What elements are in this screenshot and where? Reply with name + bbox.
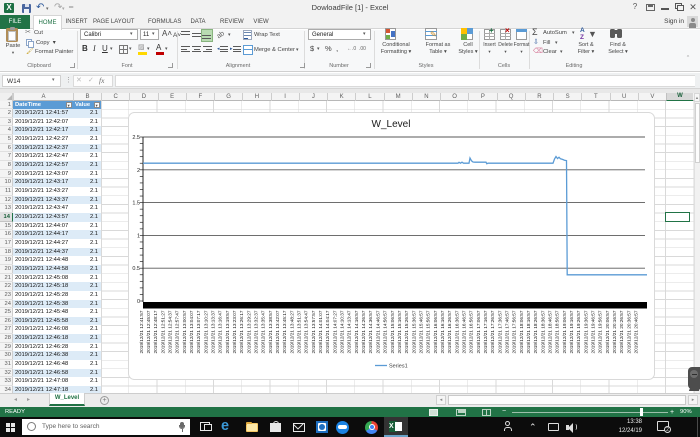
svg-text:2019/12/21 19:06:57: 2019/12/21 19:06:57 (562, 310, 567, 353)
svg-text:2019/12/21 13:32:37: 2019/12/21 13:32:37 (254, 310, 259, 353)
svg-text:2019/12/21 13:13:37: 2019/12/21 13:13:37 (211, 310, 216, 353)
svg-text:2019/12/21 14:01:07: 2019/12/21 14:01:07 (318, 310, 323, 353)
svg-text:2019/12/21 12:48:17: 2019/12/21 12:48:17 (153, 310, 158, 353)
svg-text:2019/12/21 12:41:57: 2019/12/21 12:41:57 (139, 310, 144, 353)
svg-text:2019/12/21 13:29:27: 2019/12/21 13:29:27 (246, 310, 251, 353)
svg-text:2019/12/21 12:45:07: 2019/12/21 12:45:07 (146, 310, 151, 353)
svg-text:2019/12/21 19:56:57: 2019/12/21 19:56:57 (598, 310, 603, 353)
svg-text:2019/12/21 20:26:57: 2019/12/21 20:26:57 (619, 310, 624, 353)
svg-text:2019/12/21 16:06:57: 2019/12/21 16:06:57 (433, 310, 438, 353)
svg-text:2019/12/21 18:06:57: 2019/12/21 18:06:57 (519, 310, 524, 353)
svg-text:2: 2 (137, 168, 140, 174)
svg-text:2019/12/21 19:16:57: 2019/12/21 19:16:57 (569, 310, 574, 353)
svg-text:2019/12/21 13:45:17: 2019/12/21 13:45:17 (282, 310, 287, 353)
svg-text:2019/12/21 18:56:57: 2019/12/21 18:56:57 (555, 310, 560, 353)
svg-text:2019/12/21 17:26:57: 2019/12/21 17:26:57 (490, 310, 495, 353)
svg-text:2019/12/21 13:26:17: 2019/12/21 13:26:17 (239, 310, 244, 353)
svg-text:2019/12/21 17:06:57: 2019/12/21 17:06:57 (476, 310, 481, 353)
svg-text:2019/12/21 13:10:27: 2019/12/21 13:10:27 (203, 310, 208, 353)
svg-text:2019/12/21 16:46:57: 2019/12/21 16:46:57 (461, 310, 466, 353)
svg-text:2019/12/21 18:36:57: 2019/12/21 18:36:57 (540, 310, 545, 353)
svg-text:2019/12/21 16:16:57: 2019/12/21 16:16:57 (440, 310, 445, 353)
svg-text:2019/12/21 13:23:07: 2019/12/21 13:23:07 (232, 310, 237, 353)
svg-text:2019/12/21 17:36:57: 2019/12/21 17:36:57 (497, 310, 502, 353)
svg-text:1.5: 1.5 (132, 201, 140, 207)
svg-text:2019/12/21 16:26:57: 2019/12/21 16:26:57 (447, 310, 452, 353)
svg-text:2019/12/21 13:38:57: 2019/12/21 13:38:57 (268, 310, 273, 353)
svg-text:2019/12/21 19:46:57: 2019/12/21 19:46:57 (591, 310, 596, 353)
svg-text:2019/12/21 12:54:37: 2019/12/21 12:54:37 (168, 310, 173, 353)
svg-text:2019/12/21 13:42:07: 2019/12/21 13:42:07 (275, 310, 280, 353)
svg-text:2019/12/21 14:36:57: 2019/12/21 14:36:57 (368, 310, 373, 353)
svg-text:2019/12/21 13:51:37: 2019/12/21 13:51:37 (297, 310, 302, 353)
svg-text:2019/12/21 20:06:57: 2019/12/21 20:06:57 (605, 310, 610, 353)
svg-text:2019/12/21 20:16:57: 2019/12/21 20:16:57 (612, 310, 617, 353)
svg-text:2019/12/21 13:35:47: 2019/12/21 13:35:47 (261, 310, 266, 353)
svg-text:2019/12/21 18:26:57: 2019/12/21 18:26:57 (533, 310, 538, 353)
svg-text:2019/12/21 13:54:47: 2019/12/21 13:54:47 (304, 310, 309, 353)
svg-text:2019/12/21 20:46:57: 2019/12/21 20:46:57 (634, 310, 639, 353)
svg-text:2019/12/21 14:56:57: 2019/12/21 14:56:57 (383, 310, 388, 353)
svg-text:2019/12/21 13:57:57: 2019/12/21 13:57:57 (311, 310, 316, 353)
svg-text:2019/12/21 20:36:57: 2019/12/21 20:36:57 (626, 310, 631, 353)
svg-text:2019/12/21 14:26:57: 2019/12/21 14:26:57 (361, 310, 366, 353)
svg-text:2019/12/21 13:48:27: 2019/12/21 13:48:27 (289, 310, 294, 353)
svg-text:2019/12/21 12:51:27: 2019/12/21 12:51:27 (160, 310, 165, 353)
svg-text:2019/12/21 16:36:57: 2019/12/21 16:36:57 (454, 310, 459, 353)
svg-text:2019/12/21 14:07:27: 2019/12/21 14:07:27 (332, 310, 337, 353)
svg-text:2019/12/21 13:04:07: 2019/12/21 13:04:07 (189, 310, 194, 353)
svg-text:2019/12/21 17:16:57: 2019/12/21 17:16:57 (483, 310, 488, 353)
svg-text:2019/12/21 15:56:57: 2019/12/21 15:56:57 (426, 310, 431, 353)
svg-text:W_Level: W_Level (372, 119, 411, 130)
svg-text:2019/12/21 14:13:47: 2019/12/21 14:13:47 (347, 310, 352, 353)
svg-text:2019/12/21 18:46:57: 2019/12/21 18:46:57 (548, 310, 553, 353)
svg-text:2019/12/21 13:07:17: 2019/12/21 13:07:17 (196, 310, 201, 353)
svg-text:2019/12/21 17:56:57: 2019/12/21 17:56:57 (512, 310, 517, 353)
svg-text:2019/12/21 17:46:57: 2019/12/21 17:46:57 (505, 310, 510, 353)
svg-text:2019/12/21 15:16:57: 2019/12/21 15:16:57 (397, 310, 402, 353)
svg-text:0.5: 0.5 (132, 266, 140, 272)
svg-text:2019/12/21 19:36:57: 2019/12/21 19:36:57 (583, 310, 588, 353)
svg-text:1: 1 (137, 233, 140, 239)
svg-text:2019/12/21 15:46:57: 2019/12/21 15:46:57 (418, 310, 423, 353)
svg-text:2019/12/21 19:26:57: 2019/12/21 19:26:57 (576, 310, 581, 353)
svg-text:2019/12/21 15:26:57: 2019/12/21 15:26:57 (404, 310, 409, 353)
svg-text:2019/12/21 14:46:57: 2019/12/21 14:46:57 (375, 310, 380, 353)
svg-text:2019/12/21 14:04:17: 2019/12/21 14:04:17 (325, 310, 330, 353)
svg-text:2019/12/21 12:57:47: 2019/12/21 12:57:47 (175, 310, 180, 353)
svg-text:2019/12/21 15:06:57: 2019/12/21 15:06:57 (390, 310, 395, 353)
svg-text:2019/12/21 13:16:47: 2019/12/21 13:16:47 (218, 310, 223, 353)
svg-text:2019/12/21 15:36:57: 2019/12/21 15:36:57 (411, 310, 416, 353)
svg-text:0: 0 (137, 299, 140, 305)
svg-text:Series1: Series1 (389, 364, 408, 370)
svg-text:2019/12/21 14:10:37: 2019/12/21 14:10:37 (340, 310, 345, 353)
svg-text:2019/12/21 13:00:57: 2019/12/21 13:00:57 (182, 310, 187, 353)
svg-text:2019/12/21 18:16:57: 2019/12/21 18:16:57 (526, 310, 531, 353)
svg-text:2019/12/21 14:16:57: 2019/12/21 14:16:57 (354, 310, 359, 353)
svg-text:2019/12/21 16:56:57: 2019/12/21 16:56:57 (469, 310, 474, 353)
svg-text:2019/12/21 13:19:57: 2019/12/21 13:19:57 (225, 310, 230, 353)
svg-text:2.5: 2.5 (132, 135, 140, 141)
